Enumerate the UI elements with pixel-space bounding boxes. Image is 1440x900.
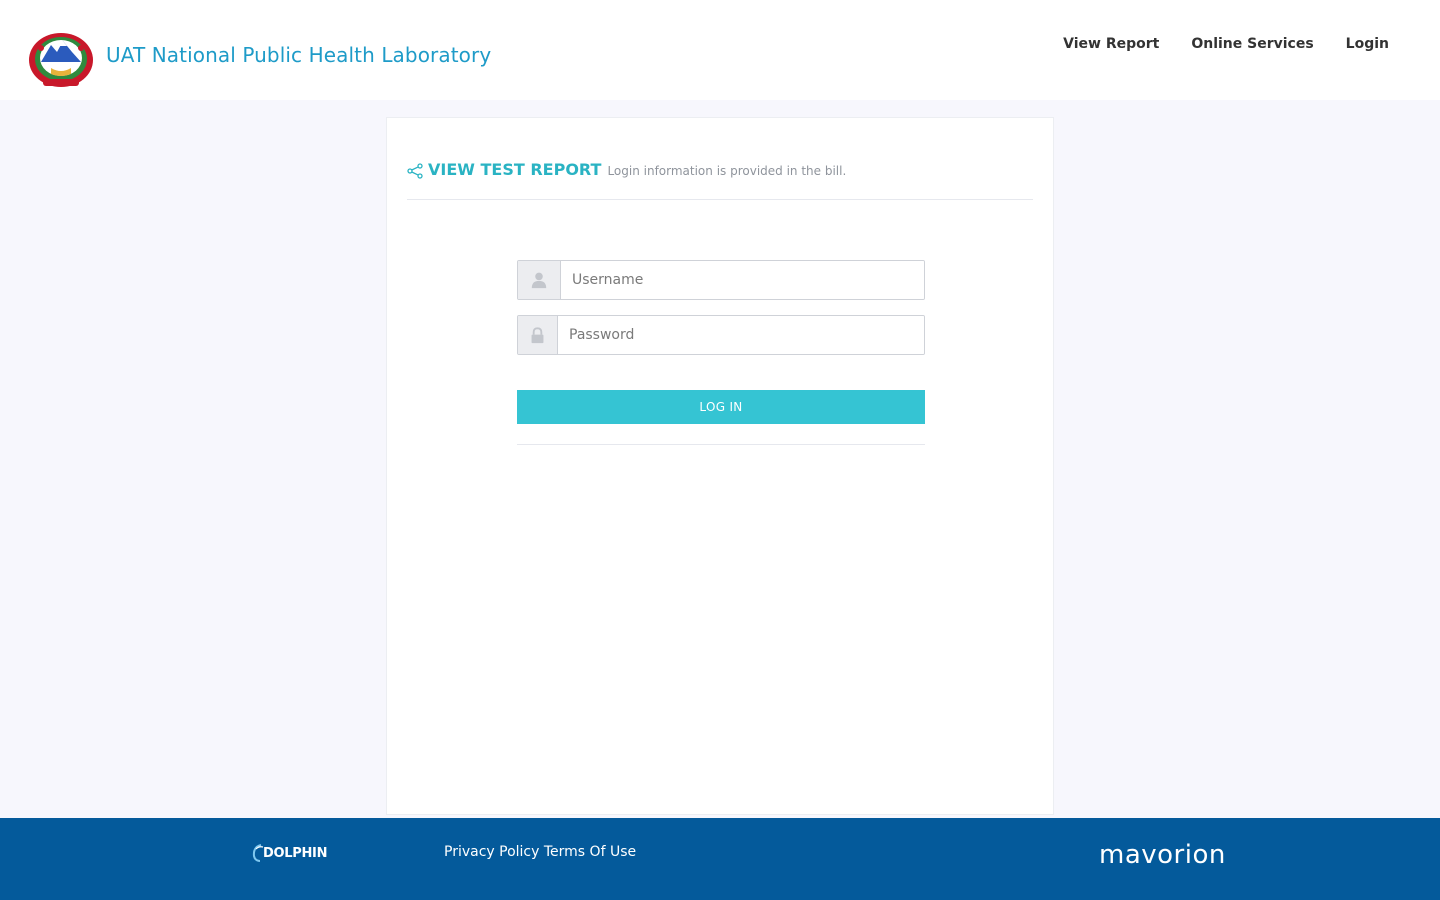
lock-icon xyxy=(518,316,558,354)
card-subtitle: Login information is provided in the bil… xyxy=(607,164,847,178)
dolphin-logo: DOLPHIN xyxy=(251,844,327,862)
footer-links: Privacy Policy Terms Of Use xyxy=(444,844,636,860)
card-title: VIEW TEST REPORT xyxy=(428,160,602,179)
login-form: LOG IN xyxy=(517,260,925,445)
site-title[interactable]: UAT National Public Health Laboratory xyxy=(106,43,491,67)
nepal-emblem-logo xyxy=(27,30,95,90)
site-footer: DOLPHIN Privacy Policy Terms Of Use mavo… xyxy=(0,818,1440,900)
nav-login[interactable]: Login xyxy=(1346,36,1389,52)
share-icon xyxy=(407,163,423,179)
report-login-card: VIEW TEST REPORT Login information is pr… xyxy=(386,117,1054,815)
password-input[interactable] xyxy=(558,316,924,354)
login-button[interactable]: LOG IN xyxy=(517,390,925,424)
top-header: UAT National Public Health Laboratory Vi… xyxy=(0,0,1440,100)
nav-online-services[interactable]: Online Services xyxy=(1191,36,1313,52)
main-nav: View Report Online Services Login xyxy=(1063,36,1389,52)
user-icon xyxy=(518,261,561,299)
dolphin-logo-text: DOLPHIN xyxy=(263,845,328,861)
privacy-policy-link[interactable]: Privacy Policy xyxy=(444,844,539,860)
terms-of-use-link[interactable]: Terms Of Use xyxy=(544,844,636,860)
password-field xyxy=(517,315,925,355)
username-field xyxy=(517,260,925,300)
username-input[interactable] xyxy=(561,261,924,299)
form-divider xyxy=(517,444,925,445)
card-header: VIEW TEST REPORT Login information is pr… xyxy=(407,158,1033,200)
mavorion-logo: mavorion xyxy=(1099,840,1226,870)
nav-view-report[interactable]: View Report xyxy=(1063,36,1159,52)
